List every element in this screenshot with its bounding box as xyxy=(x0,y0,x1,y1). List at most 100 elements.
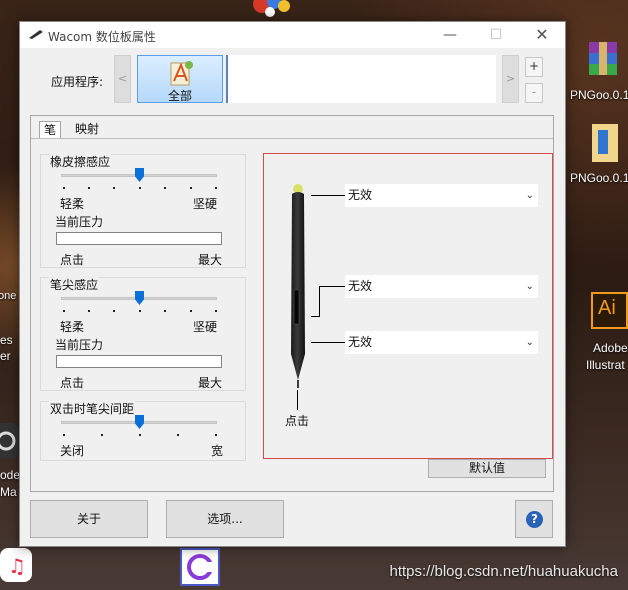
slider-tick xyxy=(88,187,90,189)
eraser-firm-label: 坚硬 xyxy=(193,197,218,211)
slider-tick xyxy=(139,187,141,189)
chevron-down-icon: ⌄ xyxy=(525,337,534,348)
left-fragment-3: er xyxy=(0,349,11,363)
double-click-distance-group: 双击时笔尖间距 关闭 宽 xyxy=(40,400,246,461)
double-click-wide-label: 宽 xyxy=(211,444,224,458)
left-fragment-2: es xyxy=(0,333,13,347)
minimize-button[interactable]: — xyxy=(427,22,473,48)
tip-pressure-label: 当前压力 xyxy=(55,338,104,352)
tip-firm-label: 坚硬 xyxy=(193,320,218,334)
leader-line-low xyxy=(311,342,345,343)
remove-app-button[interactable]: - xyxy=(525,83,543,103)
desktop-icon-label-1: PNGoo.0.1 xyxy=(570,88,628,102)
winrar-icon[interactable] xyxy=(585,40,621,78)
app-tile-all[interactable]: 全部 xyxy=(137,55,223,103)
watermark-text: https://blog.csdn.net/huahuakucha xyxy=(389,563,618,580)
folder-file-icon[interactable] xyxy=(590,122,620,164)
desktop-icon-label-2: PNGoo.0.1 xyxy=(570,171,628,185)
pen-lower-side-button-select[interactable]: 无效 ⌄ xyxy=(345,331,538,354)
slider-tick xyxy=(139,310,141,312)
default-button[interactable]: 默认值 xyxy=(428,459,546,478)
double-click-off-label: 关闭 xyxy=(60,444,85,458)
app-list-strip xyxy=(226,55,496,103)
maximize-button[interactable]: ☐ xyxy=(473,22,519,48)
tip-feel-thumb[interactable] xyxy=(135,291,144,305)
about-button[interactable]: 关于 xyxy=(30,500,148,538)
slider-tick xyxy=(63,434,65,436)
leader-line-mid-v xyxy=(319,286,320,317)
pen-top-button-value: 无效 xyxy=(348,188,373,202)
leader-line-mid-stub xyxy=(311,316,320,317)
wacom-pen-icon xyxy=(28,28,44,40)
tip-soft-label: 轻柔 xyxy=(60,320,85,334)
ai-letters: Ai xyxy=(598,297,616,319)
slider-tick xyxy=(139,434,141,436)
left-app-icon[interactable] xyxy=(0,423,18,459)
settings-panel: 笔 映射 橡皮擦感应 轻柔 坚硬 当前压力 点击 最大 笔尖感应 轻柔 坚硬 当… xyxy=(30,115,554,492)
left-fragment-4: ode xyxy=(0,468,21,482)
pen-top-button-select[interactable]: 无效 ⌄ xyxy=(345,184,538,207)
tab-pen[interactable]: 笔 xyxy=(39,121,62,139)
slider-tick xyxy=(190,187,192,189)
pen-illustration xyxy=(286,182,310,388)
app-scroll-right-button[interactable]: > xyxy=(502,55,519,103)
tip-pressure-bar xyxy=(56,355,222,368)
help-button[interactable]: ? xyxy=(515,500,553,538)
eraser-pressure-bar xyxy=(56,232,222,245)
double-click-thumb[interactable] xyxy=(135,415,144,429)
leader-line-tip xyxy=(297,390,298,410)
leader-line-top xyxy=(311,195,345,196)
chevron-down-icon: ⌄ xyxy=(525,190,534,201)
left-fragment-1: one xyxy=(0,290,17,302)
chevron-down-icon: ⌄ xyxy=(525,281,534,292)
eraser-click-label: 点击 xyxy=(60,253,85,267)
desktop-icon-label-3a: Adobe xyxy=(593,341,628,355)
leader-line-mid-h xyxy=(320,286,345,287)
all-apps-icon xyxy=(168,59,194,87)
slider-tick xyxy=(113,187,115,189)
tab-mapping[interactable]: 映射 xyxy=(71,121,103,139)
slider-tick xyxy=(164,187,166,189)
slider-tick xyxy=(164,310,166,312)
tip-max-label: 最大 xyxy=(198,376,223,390)
application-label: 应用程序: xyxy=(51,75,104,89)
eraser-feel-thumb[interactable] xyxy=(135,168,144,182)
slider-tick xyxy=(63,310,65,312)
slider-tick xyxy=(88,310,90,312)
eraser-feel-title: 橡皮擦感应 xyxy=(49,153,112,170)
adobe-illustrator-icon[interactable]: Ai xyxy=(591,292,628,329)
title-bar[interactable]: Wacom 数位板属性 — ☐ ✕ xyxy=(20,22,565,48)
pen-button-diagram: 无效 ⌄ 无效 ⌄ 无效 ⌄ 点击 xyxy=(263,153,553,459)
eraser-max-label: 最大 xyxy=(198,253,223,267)
slider-tick xyxy=(215,187,217,189)
help-icon: ? xyxy=(526,511,543,528)
eraser-feel-group: 橡皮擦感应 轻柔 坚硬 当前压力 点击 最大 xyxy=(40,153,246,268)
slider-tick xyxy=(113,310,115,312)
capture-app-icon[interactable] xyxy=(180,548,220,586)
pen-tip-label: 点击 xyxy=(285,414,310,428)
slider-tick xyxy=(101,434,103,436)
slider-tick xyxy=(63,187,65,189)
pen-upper-side-button-select[interactable]: 无效 ⌄ xyxy=(345,275,538,298)
close-button[interactable]: ✕ xyxy=(519,22,565,48)
tip-click-label: 点击 xyxy=(60,376,85,390)
tip-feel-group: 笔尖感应 轻柔 坚硬 当前压力 点击 最大 xyxy=(40,276,246,391)
desktop-icon-label-3b: Illustrat xyxy=(586,358,625,372)
slider-tick xyxy=(177,434,179,436)
add-app-button[interactable]: + xyxy=(525,57,543,77)
desktop-logo-top xyxy=(248,0,294,22)
pen-upper-side-button-value: 无效 xyxy=(348,279,373,293)
svg-text:♫: ♫ xyxy=(8,554,26,578)
app-scroll-left-button[interactable]: < xyxy=(114,55,131,103)
slider-tick xyxy=(190,310,192,312)
left-fragment-5: Ma xyxy=(0,485,17,499)
window-title: Wacom 数位板属性 xyxy=(48,30,156,44)
eraser-soft-label: 轻柔 xyxy=(60,197,85,211)
music-app-icon[interactable]: ♫ xyxy=(0,548,32,582)
tip-feel-title: 笔尖感应 xyxy=(49,276,100,293)
options-button[interactable]: 选项... xyxy=(166,500,284,538)
pen-lower-side-button-value: 无效 xyxy=(348,335,373,349)
slider-tick xyxy=(215,434,217,436)
wacom-properties-window: Wacom 数位板属性 — ☐ ✕ 应用程序: < 全部 > + - 笔 映射 … xyxy=(19,21,566,547)
slider-tick xyxy=(215,310,217,312)
